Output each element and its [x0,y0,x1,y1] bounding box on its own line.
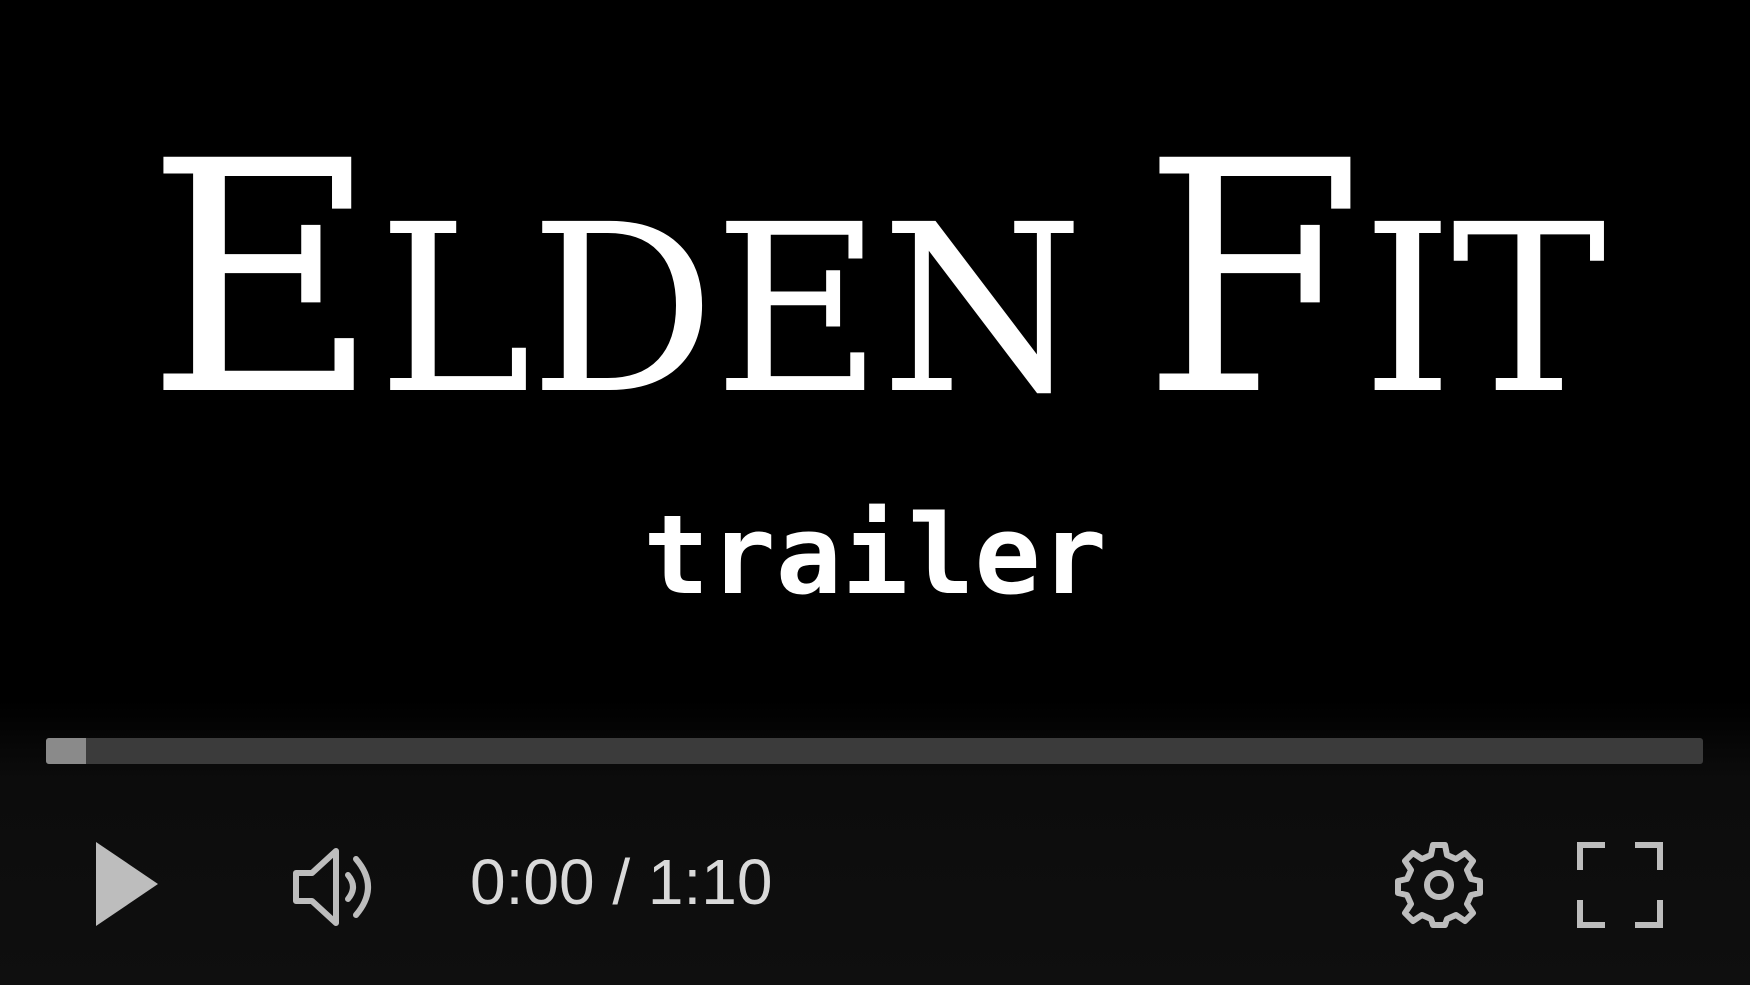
progress-fill [46,738,86,764]
video-title: ELDEN FIT [0,120,1750,440]
title-rest-it: IT [1361,175,1606,445]
video-player[interactable]: ELDEN FIT trailer 0:00 / 1:10 [0,0,1750,985]
duration: 1:10 [647,846,773,918]
time-display: 0:00 / 1:10 [470,850,772,914]
gear-icon [1395,842,1483,928]
title-word-fit: FIT [1142,120,1606,440]
progress-bar[interactable] [46,738,1703,764]
current-time: 0:00 [470,846,595,918]
control-bar: 0:00 / 1:10 [0,700,1750,985]
play-icon [96,842,158,926]
volume-button[interactable] [292,845,388,929]
title-initial-f: F [1141,94,1364,466]
video-subtitle: trailer [643,491,1107,619]
fullscreen-button[interactable] [1576,841,1664,929]
time-separator: / [612,846,631,918]
play-button[interactable] [92,840,162,928]
title-word-elden: ELDEN [146,120,1084,440]
volume-icon [293,848,371,926]
title-initial-e: E [145,94,380,466]
fullscreen-icon [1577,842,1663,928]
settings-button[interactable] [1394,840,1484,930]
title-rest-lden: LDEN [377,175,1083,445]
